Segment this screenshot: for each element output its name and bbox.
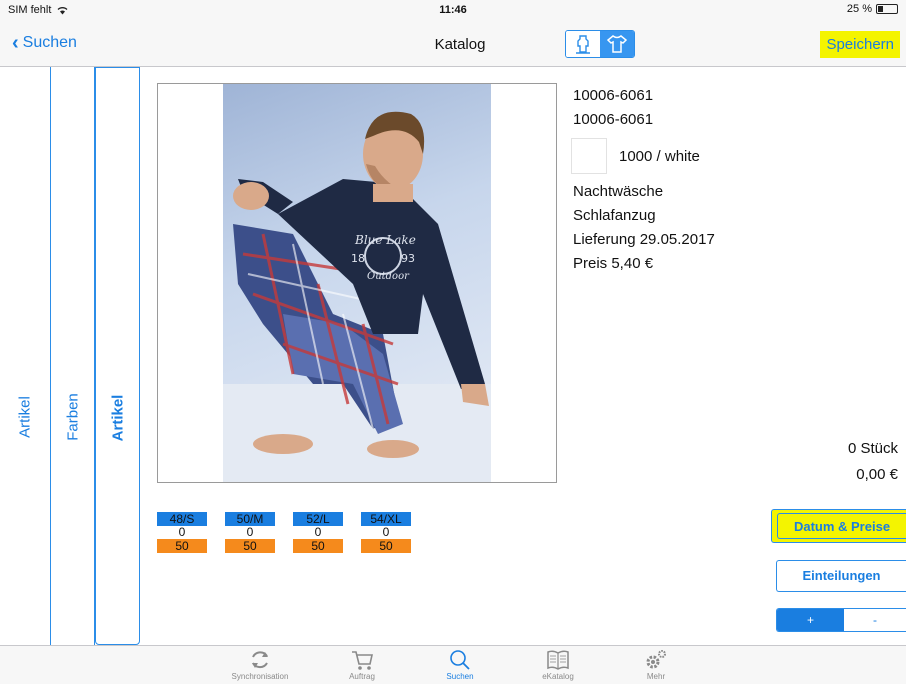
color-swatch[interactable] — [571, 138, 607, 174]
size-quantity[interactable]: 0 — [157, 526, 207, 539]
model-illustration: Blue Lake 18 93 Outdoor — [223, 111, 491, 482]
battery-status: 25 % — [847, 3, 898, 15]
tab-ekatalog[interactable]: eKatalog — [518, 648, 598, 681]
size-column[interactable]: 52/L 0 50 — [293, 512, 343, 553]
tab-label: eKatalog — [542, 672, 574, 681]
increment-button[interactable]: + — [777, 609, 844, 631]
column-label: Artikel — [16, 396, 34, 438]
size-label: 48/S — [157, 512, 207, 526]
page-title: Katalog — [434, 36, 486, 53]
product-photo: Blue Lake 18 93 Outdoor — [223, 84, 491, 482]
size-column[interactable]: 54/XL 0 50 — [361, 512, 411, 553]
size-stock: 50 — [361, 539, 411, 553]
svg-text:93: 93 — [401, 252, 415, 265]
column-artikel-outer[interactable]: Artikel — [0, 67, 51, 645]
column-label: Artikel — [109, 394, 126, 442]
gear-icon — [646, 650, 666, 669]
size-quantity[interactable]: 0 — [293, 526, 343, 539]
sync-icon — [252, 651, 268, 669]
color-selector[interactable]: 1000 / white — [571, 138, 715, 174]
date-prices-label: Datum & Preise — [777, 513, 906, 539]
product-price: Preis 5,40 € — [573, 255, 654, 272]
date-prices-button[interactable]: Datum & Preise — [771, 509, 906, 543]
shirt-view-icon[interactable] — [600, 31, 634, 57]
product-info: 10006-6061 10006-6061 1000 / white Nacht… — [571, 84, 715, 276]
total-pieces: 0 Stück — [847, 440, 898, 457]
navigation-bar: ‹ Suchen Katalog Speichern — [0, 22, 906, 67]
chevron-left-icon: ‹ — [12, 32, 19, 54]
column-farben[interactable]: Farben — [51, 67, 95, 645]
model-number: 10006-6061 — [573, 111, 654, 128]
tab-bar: Synchronisation Auftrag Suchen eKatalog … — [0, 645, 906, 684]
size-label: 52/L — [293, 512, 343, 526]
order-totals: 0 Stück 0,00 € — [848, 436, 898, 488]
tab-label: Synchronisation — [231, 672, 289, 681]
size-column[interactable]: 50/M 0 50 — [225, 512, 275, 553]
size-stock: 50 — [157, 539, 207, 553]
tab-sync[interactable]: Synchronisation — [220, 648, 300, 681]
tab-label: Suchen — [446, 672, 474, 681]
tab-order[interactable]: Auftrag — [322, 648, 402, 681]
product-type: Schlafanzug — [573, 207, 656, 224]
product-image-frame[interactable]: Blue Lake 18 93 Outdoor — [157, 83, 557, 483]
battery-icon — [876, 4, 898, 14]
book-icon — [547, 650, 569, 670]
size-grid: 48/S 0 50 50/M 0 50 52/L 0 50 54/XL 0 50 — [157, 512, 411, 553]
back-button[interactable]: ‹ Suchen — [12, 32, 77, 54]
clock: 11:46 — [439, 4, 467, 16]
tab-label: Auftrag — [349, 672, 375, 681]
tab-search[interactable]: Suchen — [420, 648, 500, 681]
quantity-stepper[interactable]: + - — [776, 608, 906, 632]
divisions-button[interactable]: Einteilungen — [776, 560, 906, 592]
svg-text:Outdoor: Outdoor — [367, 271, 410, 282]
mannequin-view-icon[interactable] — [566, 31, 600, 57]
svg-text:18: 18 — [351, 252, 365, 265]
size-column[interactable]: 48/S 0 50 — [157, 512, 207, 553]
size-quantity[interactable]: 0 — [361, 526, 411, 539]
size-quantity[interactable]: 0 — [225, 526, 275, 539]
search-icon — [450, 650, 470, 670]
tab-label: Mehr — [646, 672, 666, 681]
total-amount: 0,00 € — [856, 466, 898, 483]
svg-text:Blue Lake: Blue Lake — [354, 233, 416, 247]
delivery-date: Lieferung 29.05.2017 — [573, 231, 715, 248]
tab-more[interactable]: Mehr — [616, 648, 696, 681]
size-stock: 50 — [225, 539, 275, 553]
status-bar: SIM fehlt 11:46 25 % — [0, 0, 906, 22]
save-button[interactable]: Speichern — [820, 31, 900, 58]
product-category: Nachtwäsche — [573, 183, 664, 200]
battery-label: 25 % — [846, 3, 872, 15]
decrement-button[interactable]: - — [844, 609, 906, 631]
view-toggle[interactable] — [565, 30, 635, 58]
size-label: 54/XL — [361, 512, 411, 526]
size-label: 50/M — [225, 512, 275, 526]
cart-icon — [352, 651, 373, 670]
color-label: 1000 / white — [619, 147, 700, 165]
article-number: 10006-6061 — [573, 87, 654, 104]
size-stock: 50 — [293, 539, 343, 553]
column-artikel-active[interactable]: Artikel — [95, 67, 140, 645]
back-label: Suchen — [22, 34, 77, 51]
column-label: Farben — [64, 393, 81, 441]
